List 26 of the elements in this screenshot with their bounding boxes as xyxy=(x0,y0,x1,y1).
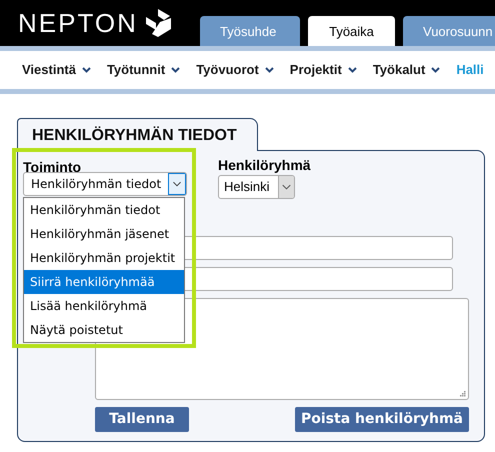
chevron-down-icon xyxy=(431,67,440,73)
action-select[interactable]: Henkilöryhmän tiedot xyxy=(23,172,187,196)
nav-menu[interactable]: Työvuorot xyxy=(196,60,274,80)
nav-menu[interactable]: Projektit xyxy=(290,60,357,80)
resize-handle-icon[interactable] xyxy=(459,390,466,397)
dropdown-option[interactable]: Henkilöryhmän tiedot xyxy=(24,198,184,222)
dropdown-option[interactable]: Henkilöryhmän jäsenet xyxy=(24,222,184,246)
delete-button[interactable]: Poista henkilöryhmä xyxy=(295,407,469,432)
logo-text: NEPTON xyxy=(18,10,138,36)
dropdown-option[interactable]: Siirrä henkilöryhmää xyxy=(24,270,184,294)
group-select[interactable]: Helsinki xyxy=(218,175,295,199)
dropdown-option[interactable]: Lisää henkilöryhmä xyxy=(24,294,184,318)
chevron-down-icon xyxy=(82,67,91,73)
chevron-down-icon xyxy=(264,67,274,73)
save-button[interactable]: Tallenna xyxy=(95,407,189,432)
nav-menu[interactable]: Työtunnit xyxy=(106,60,180,80)
nav-menu[interactable]: Viestintä xyxy=(22,60,91,80)
dropdown-option[interactable]: Henkilöryhmän projektit xyxy=(24,246,184,270)
chevron-down-icon xyxy=(278,176,294,198)
field-label: Henkilöryhmä xyxy=(218,156,311,174)
cube-logo-icon xyxy=(144,8,172,38)
dropdown-option[interactable]: Näytä poistetut xyxy=(24,318,184,342)
chevron-down-icon xyxy=(171,67,180,73)
chevron-down-icon xyxy=(348,67,357,73)
nav-menu[interactable]: Työkalut xyxy=(372,60,440,80)
nav-tab[interactable]: Työaika xyxy=(308,16,395,46)
